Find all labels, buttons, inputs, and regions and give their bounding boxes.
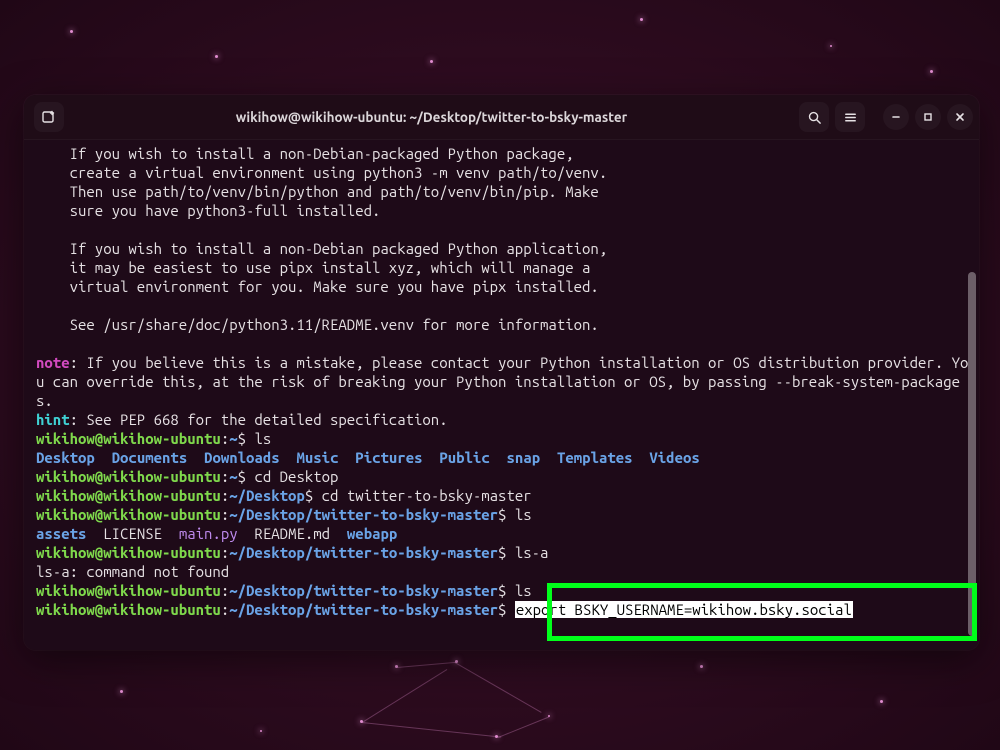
scrollbar-thumb[interactable] xyxy=(968,272,976,636)
search-button[interactable] xyxy=(799,102,829,132)
terminal-body[interactable]: If you wish to install a non-Debian-pack… xyxy=(24,140,979,650)
close-button[interactable] xyxy=(947,104,973,130)
highlighted-command: export BSKY_USERNAME=wikihow.bsky.social xyxy=(515,601,853,618)
maximize-button[interactable] xyxy=(915,104,941,130)
terminal-window: wikihow@wikihow-ubuntu: ~/Desktop/twitte… xyxy=(24,95,979,650)
terminal-scrollbar[interactable] xyxy=(967,260,977,642)
titlebar: wikihow@wikihow-ubuntu: ~/Desktop/twitte… xyxy=(24,95,979,140)
terminal-output: If you wish to install a non-Debian-pack… xyxy=(36,144,973,619)
minimize-button[interactable] xyxy=(883,104,909,130)
new-tab-button[interactable] xyxy=(34,102,64,132)
window-title: wikihow@wikihow-ubuntu: ~/Desktop/twitte… xyxy=(64,109,799,125)
hamburger-menu-button[interactable] xyxy=(835,102,865,132)
